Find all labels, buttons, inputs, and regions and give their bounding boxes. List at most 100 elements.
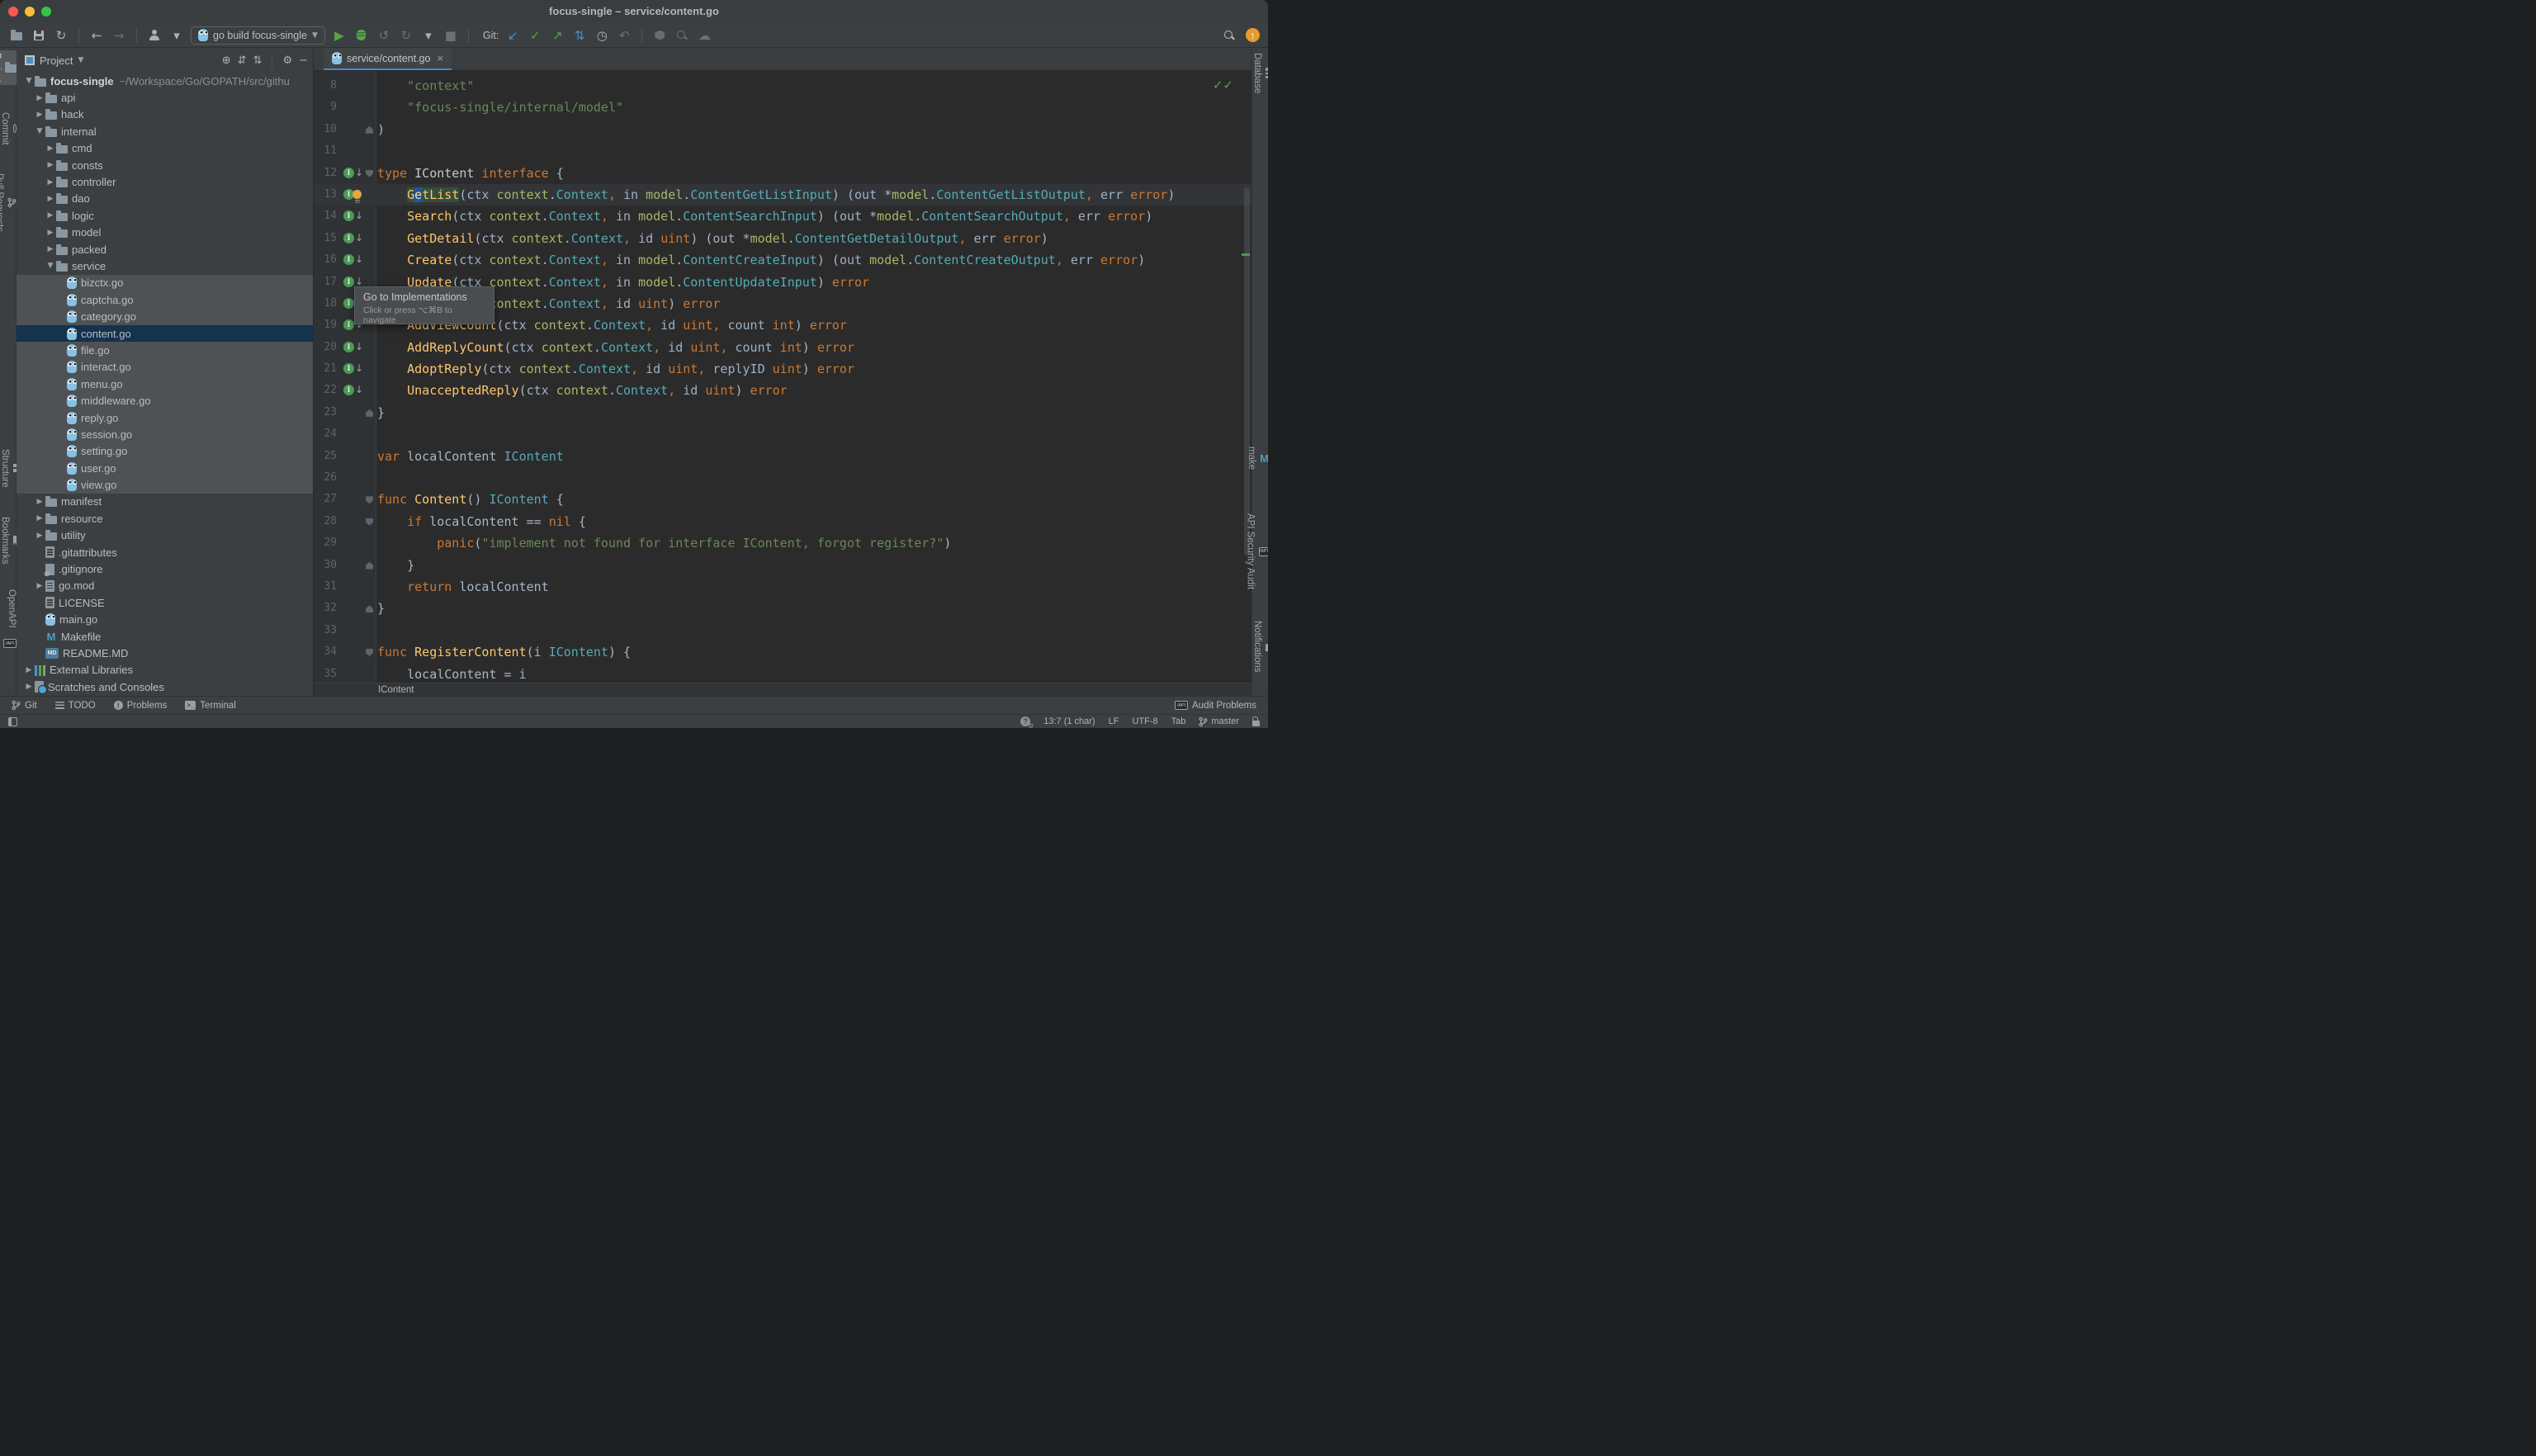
fold-down-icon[interactable]: [366, 649, 373, 656]
toolwindow-button-audit-problems[interactable]: /APIAudit Problems: [1175, 701, 1256, 711]
toolwindow-button-terminal[interactable]: >_Terminal: [185, 700, 235, 711]
stop-icon[interactable]: ■: [442, 27, 459, 44]
toolwindow-button-todo[interactable]: TODO: [55, 700, 96, 711]
stripe-item-make[interactable]: Mmake: [1252, 444, 1268, 472]
implementations-marker-icon[interactable]: I: [343, 363, 354, 374]
code-line-27[interactable]: 27func Content() IContent {: [314, 489, 1251, 510]
lock-icon[interactable]: [1252, 721, 1260, 726]
tree-item-manifest[interactable]: ▶manifest: [17, 494, 313, 510]
code-line-14[interactable]: 14I↓ Search(ctx context.Context, in mode…: [314, 206, 1251, 227]
user-icon[interactable]: [146, 27, 163, 44]
chevron-right-icon[interactable]: ▶: [23, 666, 35, 674]
settings-icon[interactable]: ⚙: [282, 54, 292, 67]
hide-icon[interactable]: −: [299, 54, 308, 67]
forward-icon[interactable]: →: [111, 27, 127, 44]
tree-item-makefile[interactable]: MMakefile: [17, 628, 313, 645]
stripe-item-pull-requests[interactable]: Pull Requests: [0, 171, 17, 234]
run-icon[interactable]: ▶: [331, 27, 348, 44]
implementations-marker-icon[interactable]: I: [343, 298, 354, 309]
chevron-right-icon[interactable]: ▶: [45, 229, 56, 237]
tree-item-dao[interactable]: ▶dao: [17, 191, 313, 207]
line-ending[interactable]: LF: [1109, 716, 1119, 726]
tree-item-user-go[interactable]: user.go: [17, 460, 313, 476]
code-line-20[interactable]: 20I↓ AddReplyCount(ctx context.Context, …: [314, 337, 1251, 358]
collapse-all-icon[interactable]: ⇅: [253, 54, 263, 67]
code-line-22[interactable]: 22I↓ UnacceptedReply(ctx context.Context…: [314, 380, 1251, 401]
tree-item-service[interactable]: ▼service: [17, 258, 313, 274]
tree-item-view-go[interactable]: view.go: [17, 476, 313, 493]
tree-item-captcha-go[interactable]: captcha.go: [17, 291, 313, 308]
tree-item-logic[interactable]: ▶logic: [17, 207, 313, 224]
tree-item-internal[interactable]: ▼internal: [17, 123, 313, 139]
tree-item-consts[interactable]: ▶consts: [17, 157, 313, 173]
code-line-23[interactable]: 23}: [314, 402, 1251, 423]
run-with-coverage-icon[interactable]: ↺: [376, 27, 392, 44]
stripe-item-api-box[interactable]: /API: [0, 636, 17, 650]
error-stripe-mark[interactable]: [1242, 253, 1250, 256]
chevron-down-icon[interactable]: ▾: [420, 27, 437, 44]
tree-item-file-go[interactable]: file.go: [17, 342, 313, 358]
stripe-item-bookmarks[interactable]: Bookmarks: [0, 514, 17, 567]
tree-item-session-go[interactable]: session.go: [17, 426, 313, 442]
chevron-right-icon[interactable]: ▶: [45, 195, 56, 203]
update-available-icon[interactable]: ↑: [1246, 28, 1260, 42]
close-tab-icon[interactable]: ×: [437, 52, 443, 64]
code-line-15[interactable]: 15I↓ GetDetail(ctx context.Context, id u…: [314, 228, 1251, 249]
tree-item-model[interactable]: ▶model: [17, 225, 313, 241]
find-icon[interactable]: [674, 27, 690, 44]
chevron-right-icon[interactable]: ▶: [23, 683, 35, 691]
open-folder-icon[interactable]: [8, 27, 25, 44]
editor-scrollbar[interactable]: [1244, 187, 1250, 555]
tree-item-content-go[interactable]: content.go: [17, 325, 313, 342]
fold-down-icon[interactable]: [366, 518, 373, 526]
sync-icon[interactable]: ↻: [53, 27, 69, 44]
tree-item-packed[interactable]: ▶packed: [17, 241, 313, 258]
expand-all-icon[interactable]: ⇵: [238, 54, 247, 67]
rollback-icon[interactable]: ↶: [616, 27, 632, 44]
code-line-25[interactable]: 25var localContent IContent: [314, 446, 1251, 467]
stripe-item-structure[interactable]: Structure: [0, 447, 17, 490]
tree-item-controller[interactable]: ▶controller: [17, 173, 313, 190]
chevron-down-icon[interactable]: ▾: [168, 27, 185, 44]
chevron-right-icon[interactable]: ▶: [34, 498, 45, 506]
tree-item-interact-go[interactable]: interact.go: [17, 359, 313, 376]
fetch-icon[interactable]: ⇅: [571, 27, 588, 44]
tool-window-switcher-icon[interactable]: [8, 717, 17, 726]
tree-item-focus-single[interactable]: ▼focus-single~/Workspace/Go/GOPATH/src/g…: [17, 73, 313, 89]
tree-item-external-libraries[interactable]: ▶External Libraries: [17, 662, 313, 678]
implementations-marker-icon[interactable]: I: [343, 233, 354, 243]
code-line-32[interactable]: 32}: [314, 598, 1251, 619]
intention-bulb-icon[interactable]: [352, 190, 362, 199]
tree-item-go-mod[interactable]: ▶go.mod: [17, 578, 313, 594]
shelve-icon[interactable]: [651, 27, 668, 44]
run-configuration-select[interactable]: go build focus-single ▼: [191, 26, 325, 45]
chevron-right-icon[interactable]: ▶: [34, 111, 45, 119]
tree-item-reply-go[interactable]: reply.go: [17, 409, 313, 426]
tree-item-api[interactable]: ▶api: [17, 89, 313, 106]
chevron-down-icon[interactable]: ▼: [23, 77, 35, 85]
tree-item-resource[interactable]: ▶resource: [17, 510, 313, 527]
fold-up-icon[interactable]: [366, 605, 373, 612]
fold-up-icon[interactable]: [366, 409, 373, 417]
tree-item-middleware-go[interactable]: middleware.go: [17, 392, 313, 409]
code-line-8[interactable]: 8 "context": [314, 75, 1251, 97]
chevron-right-icon[interactable]: ▶: [45, 178, 56, 187]
code-line-16[interactable]: 16I↓ Create(ctx context.Context, in mode…: [314, 249, 1251, 271]
code-line-11[interactable]: 11: [314, 140, 1251, 162]
implementations-marker-icon[interactable]: I: [343, 342, 354, 352]
tree-item-cmd[interactable]: ▶cmd: [17, 140, 313, 157]
stripe-item-commit[interactable]: Commit: [0, 110, 17, 148]
tree-item-category-go[interactable]: category.go: [17, 308, 313, 324]
tree-item-bizctx-go[interactable]: bizctx.go: [17, 275, 313, 291]
tree-item-readme-md[interactable]: MDREADME.MD: [17, 645, 313, 661]
help-icon[interactable]: ?: [1020, 716, 1030, 726]
back-icon[interactable]: ←: [88, 27, 105, 44]
implementations-marker-icon[interactable]: I: [343, 385, 354, 395]
tree-item-scratches-and-consoles[interactable]: ▶Scratches and Consoles: [17, 678, 313, 695]
implementations-marker-icon[interactable]: I: [343, 319, 354, 330]
tree-item-menu-go[interactable]: menu.go: [17, 376, 313, 392]
code-line-33[interactable]: 33: [314, 620, 1251, 641]
tab-service-content-go[interactable]: service/content.go ×: [324, 48, 452, 70]
code-line-12[interactable]: 12I↓type IContent interface {: [314, 163, 1251, 184]
fold-down-icon[interactable]: [366, 170, 373, 177]
